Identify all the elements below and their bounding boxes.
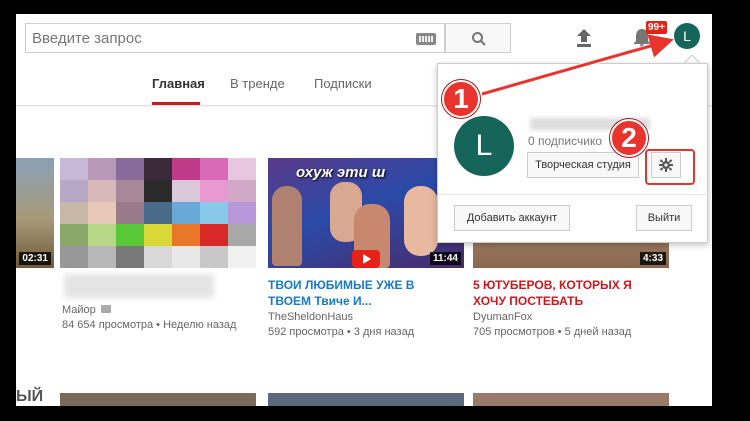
browser-frame: Введите запрос 99+ L Главная В тренде По… [16, 14, 712, 406]
step-marker-1: 1 [442, 80, 480, 118]
step-marker-2: 2 [610, 119, 648, 157]
annotation-arrows [481, 34, 674, 97]
arrow-to-avatar [481, 34, 674, 96]
settings-highlight-box [645, 149, 695, 185]
